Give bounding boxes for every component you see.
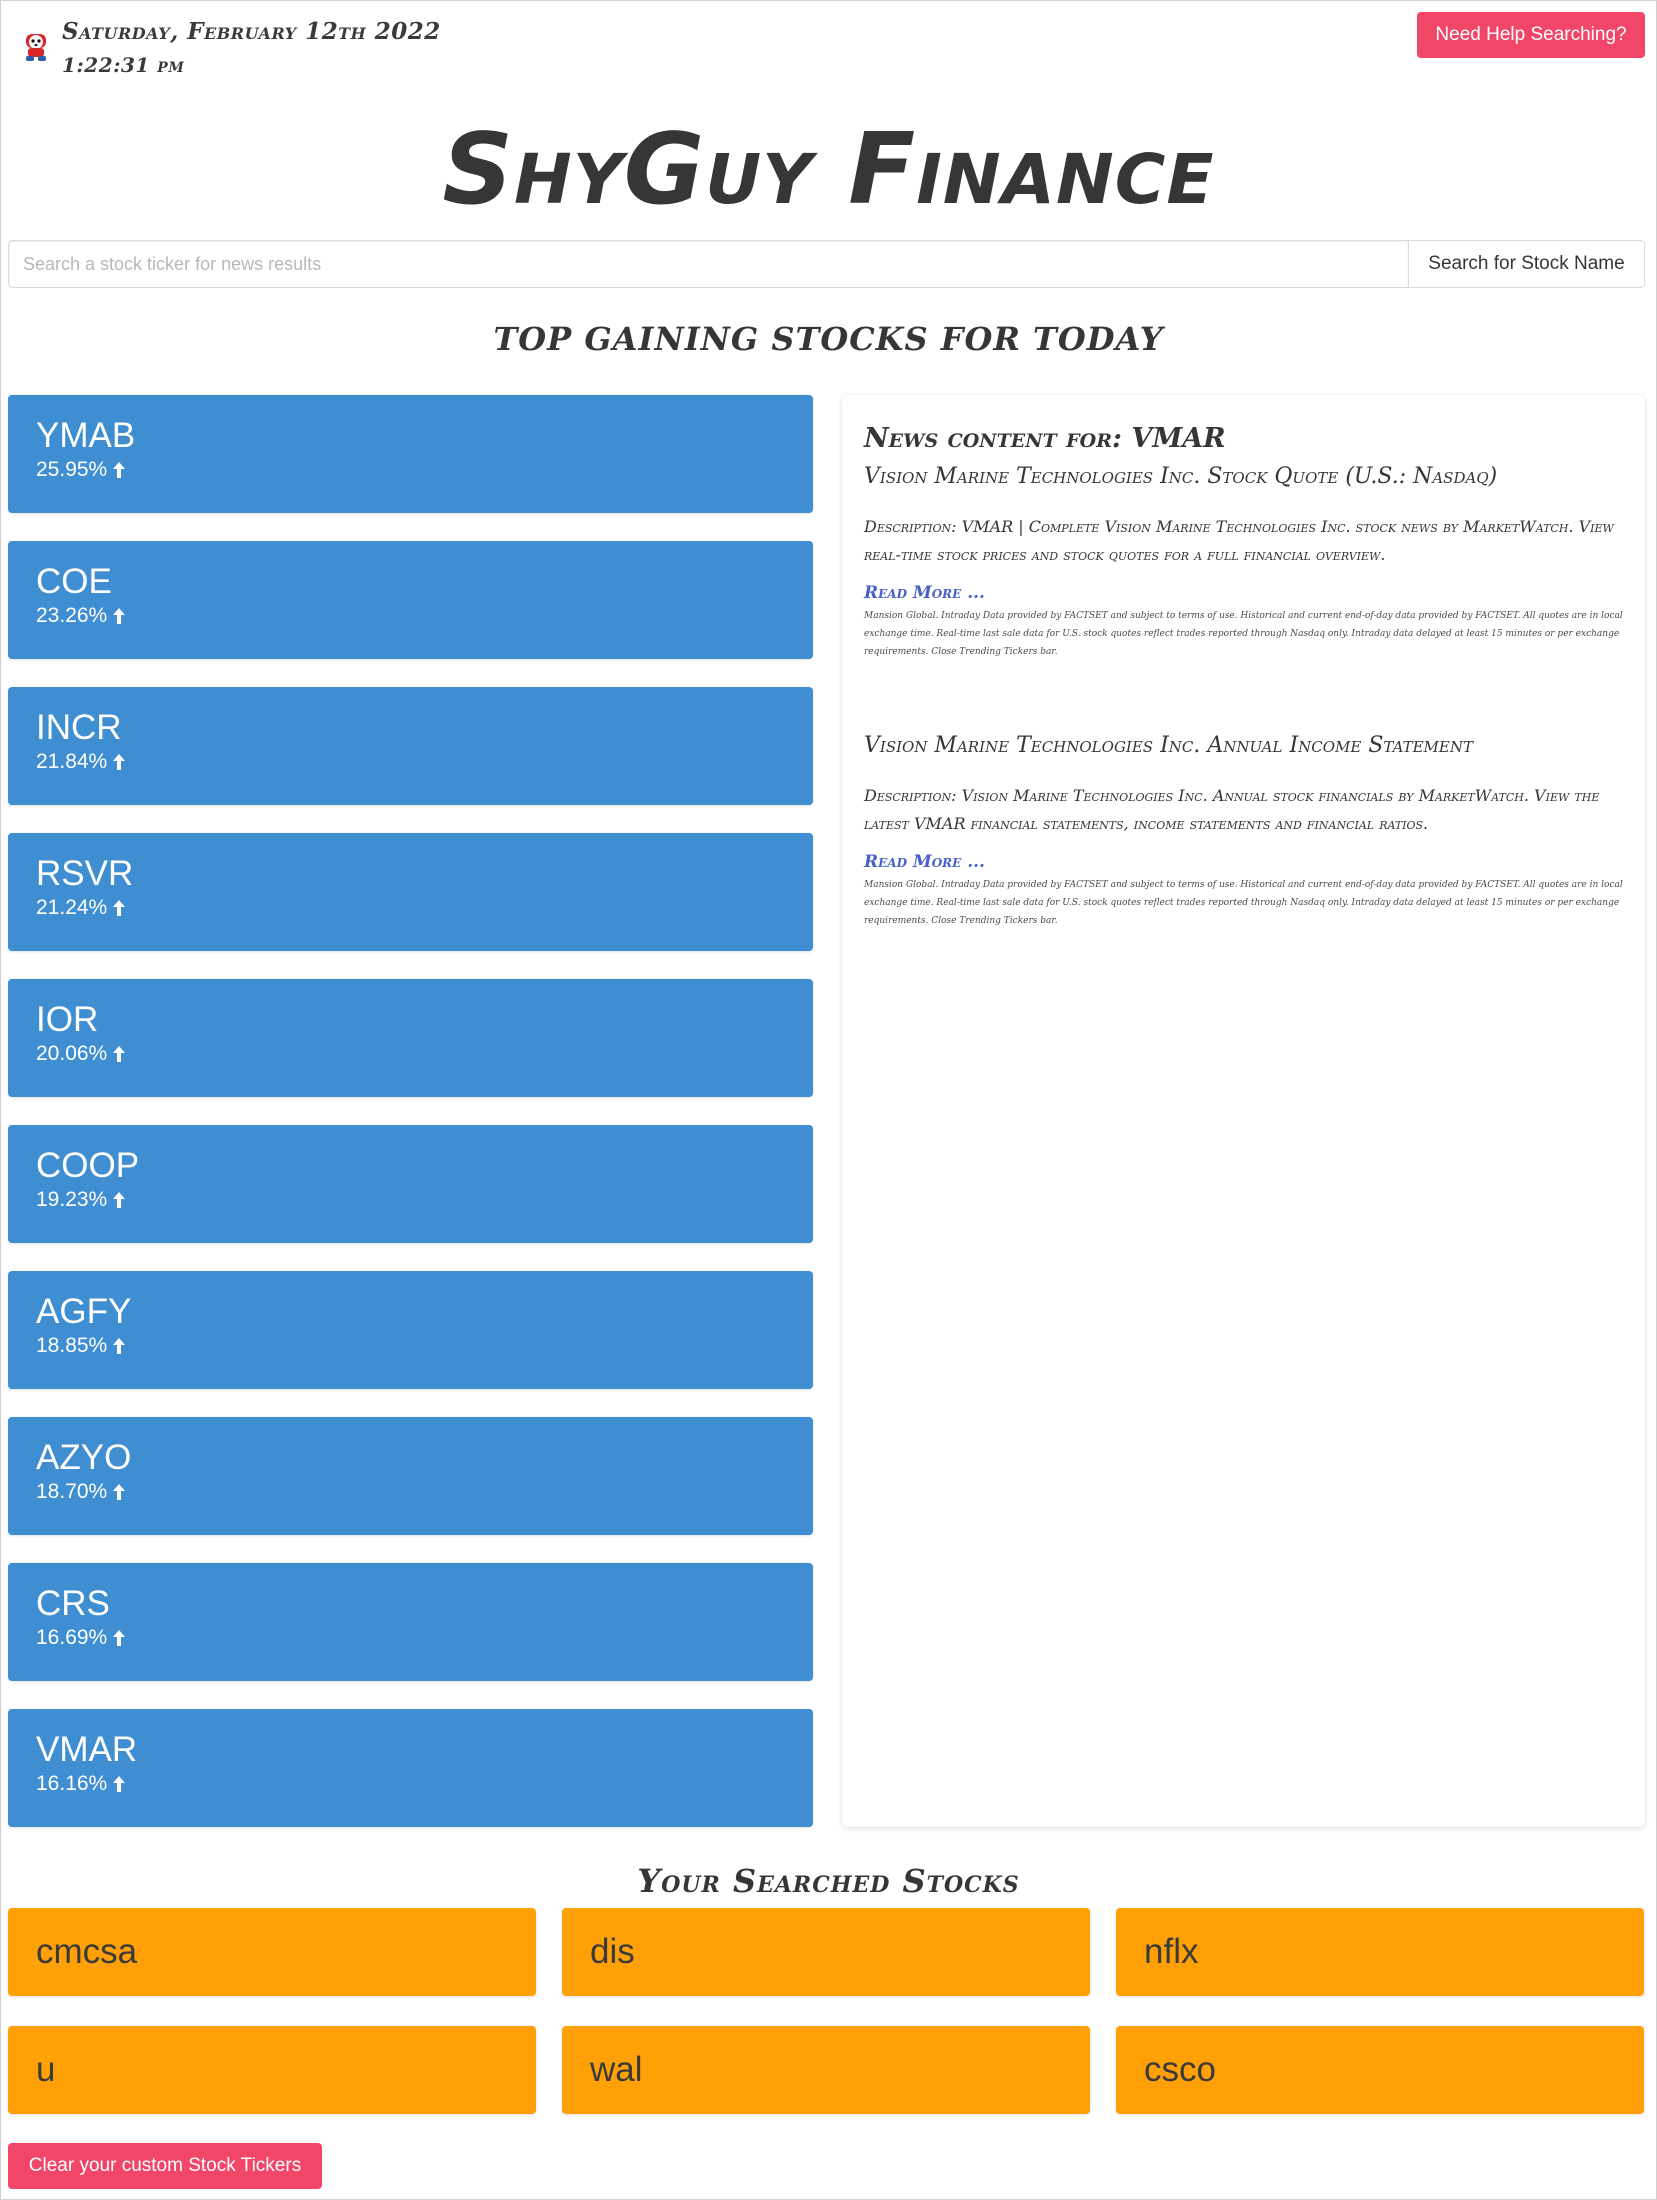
article-fine-print: Mansion Global. Intraday Data provided b…	[864, 611, 1623, 657]
saved-ticker-card[interactable]: dis	[562, 1908, 1090, 1996]
arrow-up-icon	[113, 900, 126, 916]
news-panel: News content for: VMAR Vision Marine Tec…	[842, 395, 1645, 1827]
clock-widget: Saturday, February 12th 2022 1:22:31 pm	[22, 14, 441, 80]
article-title: Vision Marine Technologies Inc. Annual I…	[864, 733, 1474, 758]
saved-ticker-card[interactable]: csco	[1116, 2026, 1644, 2114]
arrow-up-icon	[113, 1484, 126, 1500]
gainer-change: 18.85%	[36, 1333, 785, 1359]
gainer-card[interactable]: COE 23.26%	[8, 541, 813, 659]
clear-tickers-button[interactable]: Clear your custom Stock Tickers	[8, 2143, 322, 2189]
gainer-ticker: INCR	[36, 708, 122, 747]
news-heading: News content for: VMAR	[864, 423, 1226, 454]
gainer-change-value: 19.23%	[36, 1188, 108, 1211]
article-description: Description: VMAR | Complete Vision Mari…	[864, 517, 1614, 564]
gainer-change: 16.69%	[36, 1625, 785, 1651]
gainer-ticker: RSVR	[36, 854, 134, 893]
search-bar: Search for Stock Name	[8, 240, 1645, 288]
arrow-up-icon	[113, 1338, 126, 1354]
arrow-up-icon	[113, 1630, 126, 1646]
gainer-change-value: 18.85%	[36, 1334, 108, 1357]
gainer-card[interactable]: RSVR 21.24%	[8, 833, 813, 951]
news-article: Vision Marine Technologies Inc. Stock Qu…	[864, 464, 1623, 661]
gainer-change-value: 21.24%	[36, 896, 108, 919]
news-article: Vision Marine Technologies Inc. Annual I…	[864, 733, 1623, 930]
read-more-link[interactable]: Read More ...	[864, 583, 1623, 603]
gainer-card[interactable]: VMAR 16.16%	[8, 1709, 813, 1827]
gainer-ticker: AGFY	[36, 1292, 132, 1331]
gainer-ticker: COOP	[36, 1146, 140, 1185]
saved-ticker-card[interactable]: nflx	[1116, 1908, 1644, 1996]
gainer-card[interactable]: IOR 20.06%	[8, 979, 813, 1097]
gainer-change-value: 16.69%	[36, 1626, 108, 1649]
arrow-up-icon	[113, 1776, 126, 1792]
gainer-card[interactable]: YMAB 25.95%	[8, 395, 813, 513]
saved-ticker-card[interactable]: wal	[562, 2026, 1090, 2114]
gainer-ticker: CRS	[36, 1584, 110, 1623]
gainer-change-value: 21.84%	[36, 750, 108, 773]
searched-stocks-grid: cmcsa dis nflx u wal csco	[8, 1908, 1645, 2114]
gainer-change: 21.24%	[36, 895, 785, 921]
article-fine-print: Mansion Global. Intraday Data provided b…	[864, 880, 1623, 926]
gainer-change: 23.26%	[36, 603, 785, 629]
gainer-card[interactable]: AGFY 18.85%	[8, 1271, 813, 1389]
saved-ticker-card[interactable]: cmcsa	[8, 1908, 536, 1996]
shyguy-mascot-icon	[22, 32, 52, 66]
saved-ticker-card[interactable]: u	[8, 2026, 536, 2114]
searched-stocks-title: Your Searched Stocks	[637, 1862, 1020, 1900]
gainer-ticker: YMAB	[36, 416, 136, 455]
search-input[interactable]	[8, 240, 1409, 288]
gainer-change: 16.16%	[36, 1771, 785, 1797]
gainer-change-value: 25.95%	[36, 458, 108, 481]
gainer-change: 21.84%	[36, 749, 785, 775]
gainer-change-value: 20.06%	[36, 1042, 108, 1065]
current-date: Saturday, February 12th 2022	[62, 18, 441, 45]
gainer-card[interactable]: COOP 19.23%	[8, 1125, 813, 1243]
search-button[interactable]: Search for Stock Name	[1409, 240, 1645, 288]
gainer-card[interactable]: CRS 16.69%	[8, 1563, 813, 1681]
arrow-up-icon	[113, 1192, 126, 1208]
gainer-ticker: AZYO	[36, 1438, 132, 1477]
arrow-up-icon	[113, 754, 126, 770]
gainer-change: 19.23%	[36, 1187, 785, 1213]
arrow-up-icon	[113, 1046, 126, 1062]
gainer-change-value: 18.70%	[36, 1480, 108, 1503]
gainer-change-value: 16.16%	[36, 1772, 108, 1795]
gainer-ticker: COE	[36, 562, 112, 601]
gainer-change: 20.06%	[36, 1041, 785, 1067]
article-title: Vision Marine Technologies Inc. Stock Qu…	[864, 464, 1498, 489]
current-time: 1:22:31 pm	[62, 53, 185, 77]
gainer-change-value: 23.26%	[36, 604, 108, 627]
arrow-up-icon	[113, 608, 126, 624]
gainer-ticker: VMAR	[36, 1730, 138, 1769]
gainer-ticker: IOR	[36, 1000, 99, 1039]
help-button[interactable]: Need Help Searching?	[1417, 12, 1645, 58]
article-description: Description: Vision Marine Technologies …	[864, 786, 1600, 833]
top-gainers-list: YMAB 25.95% COE 23.26% INCR 21.84% RSVR …	[8, 395, 813, 1855]
site-title: ShyGuy Finance	[442, 113, 1215, 227]
gainer-change: 18.70%	[36, 1479, 785, 1505]
read-more-link[interactable]: Read More ...	[864, 852, 1623, 872]
gainer-card[interactable]: INCR 21.84%	[8, 687, 813, 805]
gainer-card[interactable]: AZYO 18.70%	[8, 1417, 813, 1535]
gainer-change: 25.95%	[36, 457, 785, 483]
top-gainers-title: TOP GAINING STOCKS FOR TODAY	[493, 320, 1164, 358]
arrow-up-icon	[113, 462, 126, 478]
